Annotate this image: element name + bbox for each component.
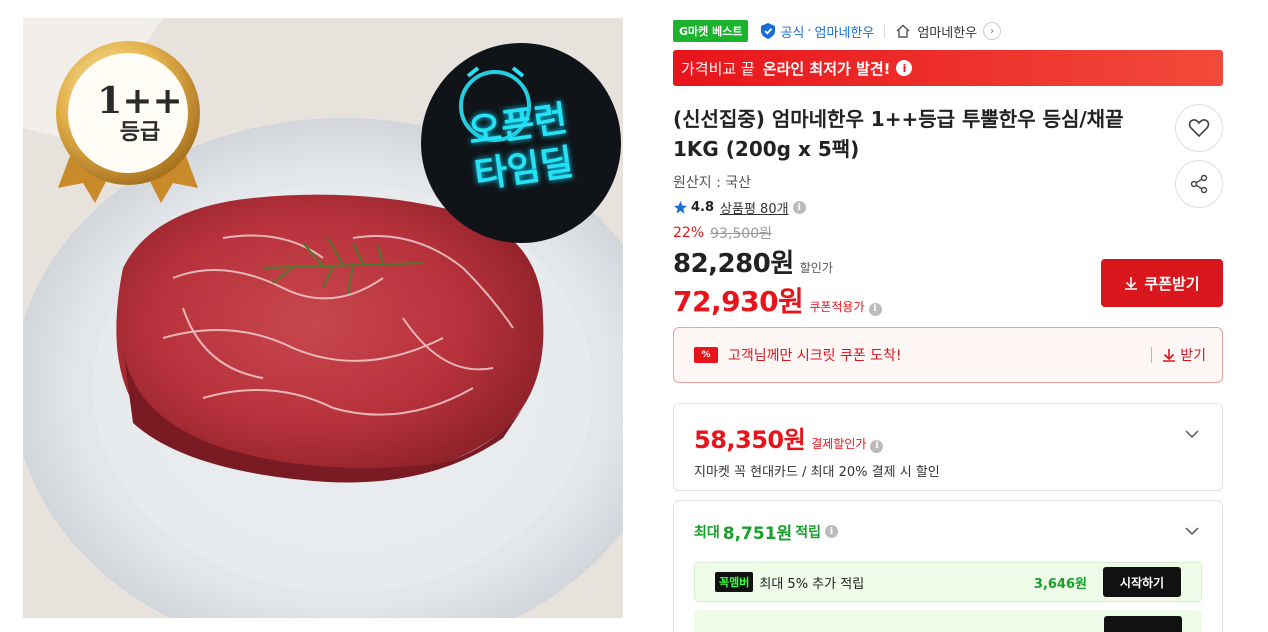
best-badge: G마켓 베스트	[673, 20, 749, 42]
coupon-price: 72,930원	[673, 285, 804, 318]
seller-row: G마켓 베스트 공식 · 엄마네한우 엄마네한우 ›	[673, 18, 1223, 44]
chevron-right-icon: ›	[983, 22, 1002, 40]
points-amount: 8,751원	[722, 524, 793, 544]
grade-badge: 1++ 등급	[85, 82, 195, 146]
member-points-row: 꼭멤버 최대 5% 추가 적립 3,646원 시작하기	[694, 562, 1202, 602]
sale-price: 82,280원	[673, 249, 794, 279]
origin-text: 원산지 : 국산	[673, 175, 752, 191]
discount-row: 22% 93,500원	[673, 223, 1223, 243]
compare-strong-text: 온라인 최저가 발견!	[762, 59, 891, 78]
secret-coupon-box[interactable]: % 고객님께만 시크릿 쿠폰 도착! 받기	[673, 327, 1223, 383]
download-icon	[1125, 277, 1138, 290]
rating-row: 4.8 상품평 80개 i	[673, 198, 1223, 217]
card-payment-label: 결제할인가	[811, 437, 867, 451]
card-payment-description: 지마켓 꼭 현대카드 / 최대 20% 결제 시 할인	[694, 465, 940, 480]
membership-button-2[interactable]	[1104, 616, 1182, 632]
heart-icon	[1188, 119, 1210, 138]
store-link[interactable]: 엄마네한우 ›	[895, 22, 1002, 41]
download-icon	[1163, 349, 1176, 362]
secret-coupon-action: 받기	[1180, 348, 1206, 364]
chevron-down-icon[interactable]	[1184, 426, 1200, 442]
coupon-ticket-icon: %	[694, 347, 718, 363]
points-suffix: 적립	[795, 524, 821, 541]
review-link[interactable]: 상품평 80개	[720, 198, 789, 217]
shield-check-icon	[761, 23, 776, 39]
grade-badge-line1: 1++	[97, 80, 183, 122]
points-prefix: 최대	[694, 524, 720, 541]
member-badge: 꼭멤버	[715, 572, 754, 592]
info-icon[interactable]: i	[868, 302, 882, 316]
sale-price-label: 할인가	[799, 261, 833, 275]
price-compare-banner[interactable]: 가격비교 끝 온라인 최저가 발견! i	[673, 50, 1223, 86]
compare-text: 가격비교 끝	[681, 59, 755, 78]
product-title: (신선집중) 엄마네한우 1++등급 투뿔한우 등심/채끝 1KG (200g …	[673, 107, 1124, 161]
chevron-down-icon[interactable]	[1184, 523, 1200, 539]
card-payment-price: 58,350원	[694, 426, 806, 454]
rating-score: 4.8	[691, 200, 715, 215]
info-icon[interactable]: i	[896, 60, 913, 76]
official-seller-name: 엄마네한우	[814, 25, 875, 41]
member-points-text: 최대 5% 추가 적립	[759, 576, 865, 592]
share-button[interactable]	[1175, 160, 1223, 208]
original-price: 93,500원	[710, 226, 772, 242]
home-icon	[896, 24, 910, 38]
official-label: 공식	[780, 25, 805, 41]
coupon-price-label: 쿠폰적용가	[809, 300, 865, 314]
card-payment-discount[interactable]: 58,350원 결제할인가 i 지마켓 꼭 현대카드 / 최대 20% 결제 시…	[673, 403, 1223, 491]
info-icon[interactable]: i	[792, 201, 806, 214]
discount-rate: 22%	[673, 225, 705, 241]
member-points-row-2	[694, 610, 1202, 632]
store-name: 엄마네한우	[917, 25, 978, 41]
product-info-panel: G마켓 베스트 공식 · 엄마네한우 엄마네한우 › 가격비교 끝 온라인 최저…	[673, 18, 1223, 632]
member-points-amount: 3,646원	[1033, 576, 1087, 592]
star-icon	[673, 200, 688, 214]
coupon-button-label: 쿠폰받기	[1144, 275, 1200, 293]
points-section[interactable]: 최대 8,751원 적립 i 꼭멤버 최대 5% 추가 적립 3,646원 시작…	[673, 500, 1223, 632]
secret-coupon-text: 고객님께만 시크릿 쿠폰 도착!	[728, 348, 902, 364]
product-image[interactable]: 1++ 등급 오픈런 타임딜	[23, 18, 623, 618]
wishlist-button[interactable]	[1175, 104, 1223, 152]
grade-badge-line2: 등급	[119, 120, 161, 145]
info-icon[interactable]: i	[824, 525, 838, 538]
coupon-download-button[interactable]: 쿠폰받기	[1101, 259, 1223, 307]
start-membership-button[interactable]: 시작하기	[1103, 567, 1181, 597]
official-seller-link[interactable]: 공식 · 엄마네한우	[760, 22, 874, 41]
share-icon	[1190, 174, 1208, 194]
info-icon[interactable]: i	[870, 439, 884, 453]
secret-coupon-get-button[interactable]: 받기	[1162, 345, 1206, 365]
